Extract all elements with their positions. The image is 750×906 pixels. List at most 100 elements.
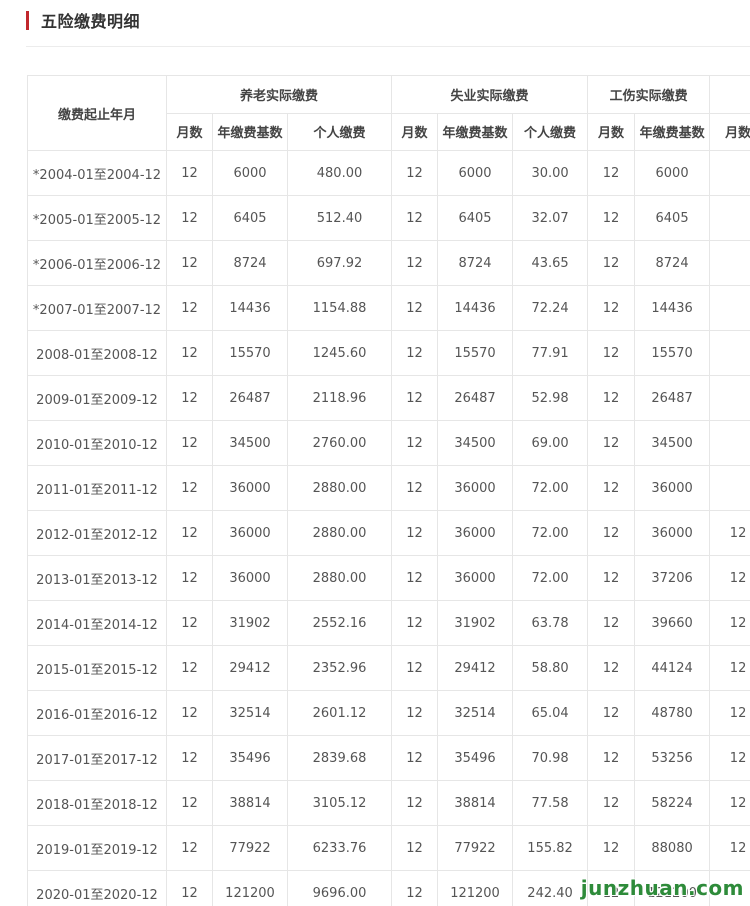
cell-pension-base: 34500	[212, 420, 288, 466]
cell-unemployment-months: 12	[391, 285, 439, 331]
cell-pension-personal: 512.40	[286, 195, 393, 241]
cell-injury-months: 12	[587, 195, 636, 241]
cell-pension-personal: 2839.68	[286, 735, 393, 781]
cell-unemployment-personal: 72.00	[512, 465, 589, 511]
cell-pension-months: 12	[166, 735, 213, 781]
cell-injury-months: 12	[587, 825, 636, 871]
cell-pension-base: 8724	[212, 240, 288, 286]
cell-unemployment-base: 36000	[437, 555, 514, 601]
cell-injury-base: 37206	[634, 555, 711, 601]
cell-unemployment-base: 32514	[437, 690, 514, 736]
cell-pension-months: 12	[166, 600, 213, 646]
cell-unemployment-months: 12	[391, 465, 439, 511]
cell-pension-months: 12	[166, 870, 213, 906]
cell-pension-personal: 2601.12	[286, 690, 393, 736]
table-row: 2017-01至2017-12 12 35496 2839.68 12 35496 70.9…	[27, 735, 750, 781]
cell-unemployment-personal: 77.58	[512, 780, 589, 826]
cell-injury-base: 36000	[634, 510, 711, 556]
cell-pension-personal: 2880.00	[286, 510, 393, 556]
header-pension-base: 年缴费基数	[212, 112, 288, 151]
cell-unemployment-personal: 77.91	[512, 330, 589, 376]
cell-period: *2004-01至2004-12	[27, 150, 167, 196]
cell-injury-base: 53256	[634, 735, 711, 781]
cell-unemployment-months: 12	[391, 690, 439, 736]
cell-extra-months: 12	[709, 645, 750, 691]
cell-period: 2014-01至2014-12	[27, 600, 167, 646]
cell-pension-months: 12	[166, 240, 213, 286]
page-title: 五险缴费明细	[41, 12, 141, 31]
cell-pension-base: 36000	[212, 465, 288, 511]
cell-period: 2018-01至2018-12	[27, 780, 167, 826]
cell-extra-months	[709, 150, 750, 196]
cell-unemployment-base: 121200	[437, 870, 514, 906]
table-row: 2014-01至2014-12 12 31902 2552.16 12 31902 63.7…	[27, 600, 750, 646]
header-unemployment-personal: 个人缴费	[512, 112, 589, 151]
cell-injury-months: 12	[587, 150, 636, 196]
cell-unemployment-personal: 32.07	[512, 195, 589, 241]
cell-unemployment-base: 29412	[437, 645, 514, 691]
cell-unemployment-months: 12	[391, 240, 439, 286]
cell-pension-base: 6000	[212, 150, 288, 196]
cell-extra-months	[709, 285, 750, 331]
cell-unemployment-months: 12	[391, 510, 439, 556]
cell-pension-personal: 3105.12	[286, 780, 393, 826]
cell-unemployment-personal: 242.40	[512, 870, 589, 906]
cell-injury-months: 12	[587, 465, 636, 511]
cell-pension-personal: 697.92	[286, 240, 393, 286]
cell-injury-months: 12	[587, 690, 636, 736]
cell-unemployment-base: 14436	[437, 285, 514, 331]
cell-period: 2009-01至2009-12	[27, 375, 167, 421]
cell-unemployment-personal: 43.65	[512, 240, 589, 286]
cell-unemployment-months: 12	[391, 150, 439, 196]
cell-unemployment-base: 36000	[437, 465, 514, 511]
cell-extra-months	[709, 420, 750, 466]
table-row: *2007-01至2007-12 12 14436 1154.88 12 14436 72.…	[27, 285, 750, 331]
cell-unemployment-base: 36000	[437, 510, 514, 556]
cell-extra-months: 12	[709, 690, 750, 736]
header-injury-base: 年缴费基数	[634, 112, 711, 151]
cell-unemployment-personal: 72.00	[512, 555, 589, 601]
cell-unemployment-base: 77922	[437, 825, 514, 871]
payment-table-container[interactable]: 缴费起止年月 养老实际缴费 失业实际缴费 工伤实际缴费 月数 年缴费基数 个人缴…	[27, 75, 750, 906]
cell-extra-months	[709, 375, 750, 421]
cell-pension-base: 38814	[212, 780, 288, 826]
cell-unemployment-base: 8724	[437, 240, 514, 286]
table-row: 2009-01至2009-12 12 26487 2118.96 12 26487 52.9…	[27, 375, 750, 421]
header-group-pension: 养老实际缴费	[165, 75, 393, 114]
cell-pension-months: 12	[166, 510, 213, 556]
cell-unemployment-months: 12	[391, 780, 439, 826]
cell-injury-months: 12	[587, 330, 636, 376]
cell-pension-personal: 9696.00	[286, 870, 393, 906]
cell-unemployment-months: 12	[391, 735, 439, 781]
cell-pension-personal: 2118.96	[286, 375, 393, 421]
cell-unemployment-base: 15570	[437, 330, 514, 376]
cell-unemployment-base: 31902	[437, 600, 514, 646]
cell-pension-base: 36000	[212, 555, 288, 601]
cell-extra-months	[709, 195, 750, 241]
cell-injury-months: 12	[587, 735, 636, 781]
cell-pension-base: 31902	[212, 600, 288, 646]
header-pension-months: 月数	[166, 112, 213, 151]
cell-pension-months: 12	[166, 285, 213, 331]
cell-unemployment-personal: 72.24	[512, 285, 589, 331]
table-row: 2018-01至2018-12 12 38814 3105.12 12 38814 77.5…	[27, 780, 750, 826]
cell-pension-base: 6405	[212, 195, 288, 241]
header-group-unemployment: 失业实际缴费	[391, 75, 589, 114]
cell-period: 2020-01至2020-12	[27, 870, 167, 906]
table-row: *2004-01至2004-12 12 6000 480.00 12 6000 30.00 1…	[27, 150, 750, 196]
cell-injury-months: 12	[587, 285, 636, 331]
cell-unemployment-personal: 58.80	[512, 645, 589, 691]
title-divider	[26, 46, 750, 47]
table-body: *2004-01至2004-12 12 6000 480.00 12 6000 30.00 1…	[27, 150, 750, 906]
cell-pension-personal: 2880.00	[286, 465, 393, 511]
cell-pension-months: 12	[166, 780, 213, 826]
cell-pension-personal: 1154.88	[286, 285, 393, 331]
cell-extra-months	[709, 240, 750, 286]
cell-unemployment-months: 12	[391, 420, 439, 466]
cell-period: 2013-01至2013-12	[27, 555, 167, 601]
cell-unemployment-months: 12	[391, 645, 439, 691]
cell-unemployment-months: 12	[391, 870, 439, 906]
cell-unemployment-personal: 65.04	[512, 690, 589, 736]
cell-injury-base: 44124	[634, 645, 711, 691]
table-row: 2016-01至2016-12 12 32514 2601.12 12 32514 65.0…	[27, 690, 750, 736]
